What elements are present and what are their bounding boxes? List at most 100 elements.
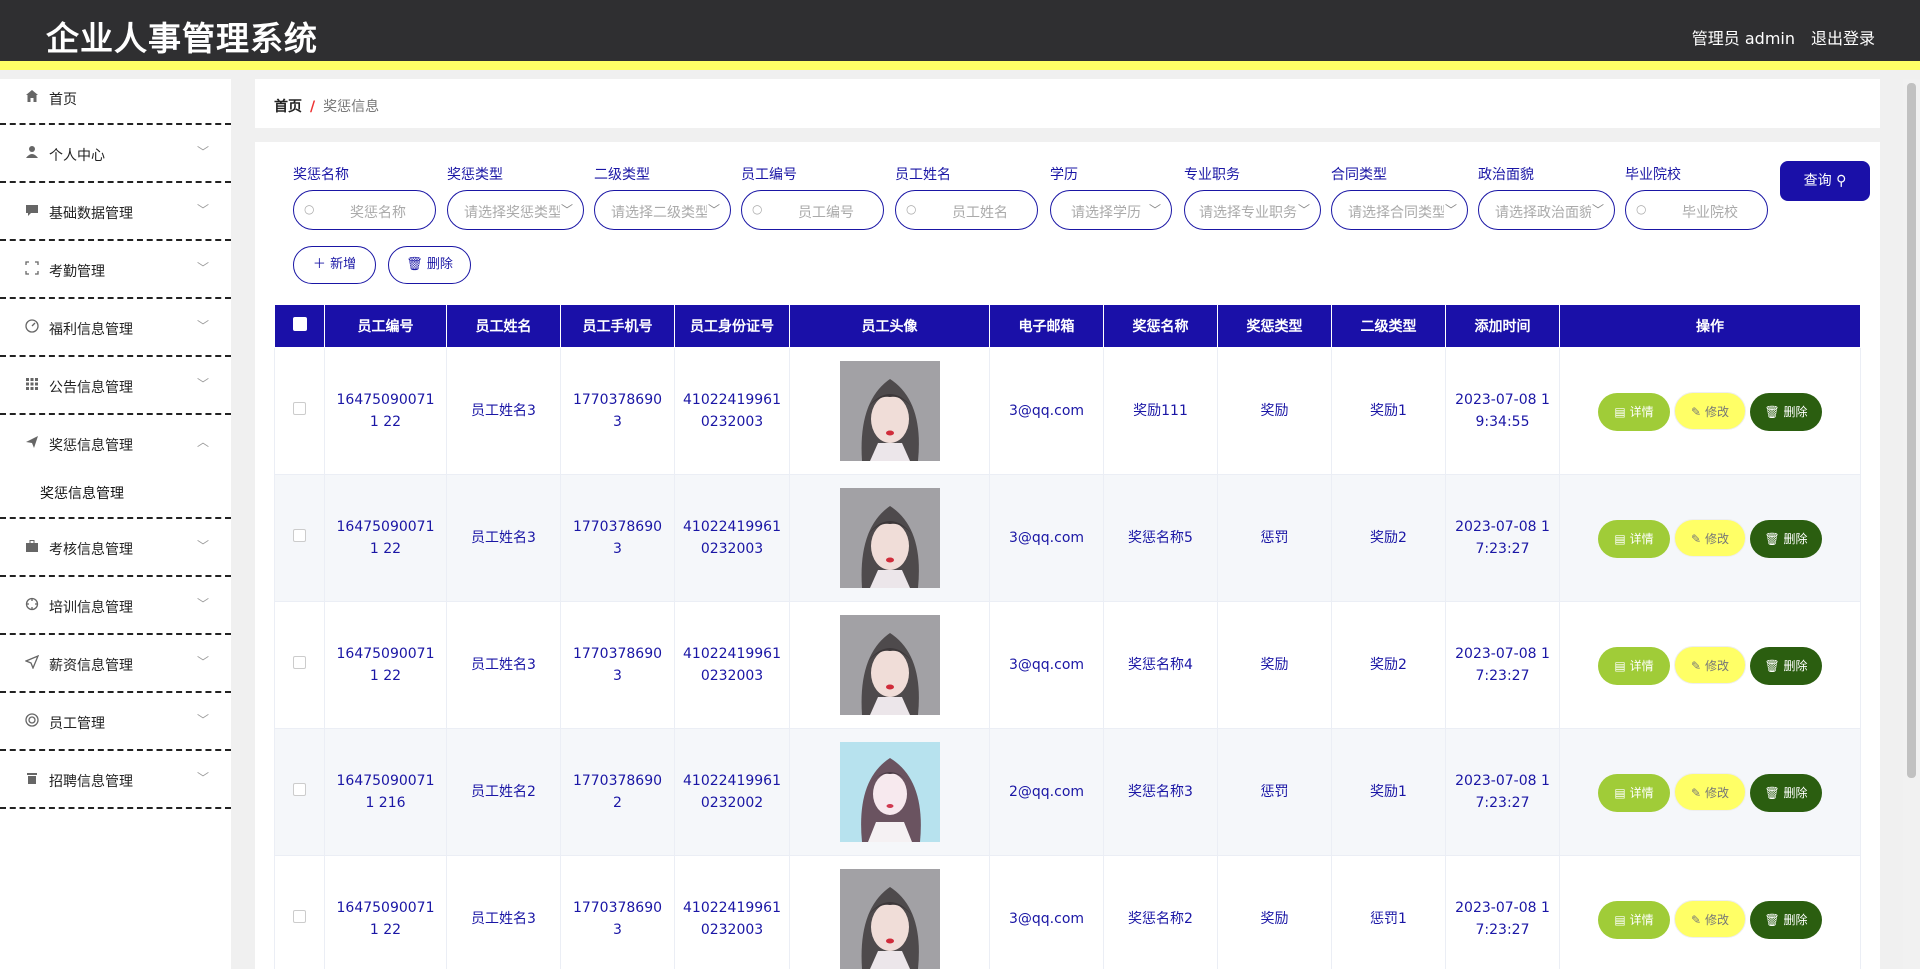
scrollbar-thumb[interactable] bbox=[1907, 83, 1916, 778]
reward-name-input[interactable]: ○ 奖惩名称 bbox=[293, 190, 436, 230]
table-cell: 164750900711 216 bbox=[324, 728, 447, 856]
sidebar-item-reward-punishment[interactable]: 奖惩信息管理 ︿ bbox=[0, 415, 231, 473]
main-area: 首页 / 奖惩信息 奖惩名称 ○ 奖惩名称 奖惩类型 请选择奖惩类型 ﹀ 二级类型 请选… bbox=[255, 79, 1880, 969]
column-header[interactable]: 员工头像 bbox=[789, 304, 990, 348]
table-cell: 奖励111 bbox=[1103, 347, 1218, 475]
breadcrumb: 首页 / 奖惩信息 bbox=[255, 79, 1880, 128]
edit-button[interactable]: ✎ 修改 bbox=[1674, 645, 1746, 684]
column-header[interactable]: 电子邮箱 bbox=[989, 304, 1104, 348]
row-delete-button[interactable]: 🗑 删除 bbox=[1750, 900, 1822, 939]
table-cell: 3@qq.com bbox=[989, 601, 1104, 729]
trash-icon: 🗑 bbox=[1764, 658, 1780, 673]
employee-number-input[interactable]: ○ 员工编号 bbox=[741, 190, 884, 230]
column-header[interactable]: 员工身份证号 bbox=[674, 304, 790, 348]
add-button[interactable]: ＋ 新增 bbox=[293, 246, 376, 284]
chevron-down-icon: ﹀ bbox=[707, 203, 720, 217]
detail-button[interactable]: ▤ 详情 bbox=[1598, 646, 1670, 685]
edit-button[interactable]: ✎ 修改 bbox=[1674, 772, 1746, 811]
row-delete-button[interactable]: 🗑 删除 bbox=[1750, 519, 1822, 558]
filter-bar: 奖惩名称 ○ 奖惩名称 奖惩类型 请选择奖惩类型 ﹀ 二级类型 请选择二级类型 ﹀ 员… bbox=[274, 142, 1870, 242]
row-checkbox[interactable] bbox=[293, 783, 306, 796]
sidebar-item-home[interactable]: 首页 bbox=[0, 79, 231, 125]
sidebar-item-recruitment[interactable]: 招聘信息管理 ﹀ bbox=[0, 751, 231, 809]
detail-button[interactable]: ▤ 详情 bbox=[1598, 900, 1670, 939]
table-cell: 3@qq.com bbox=[989, 347, 1104, 475]
edit-button[interactable]: ✎ 修改 bbox=[1674, 899, 1746, 938]
row-checkbox[interactable] bbox=[293, 402, 306, 415]
filter-reward-name: 奖惩名称 ○ 奖惩名称 bbox=[293, 164, 436, 230]
select-placeholder: 请选择学历 bbox=[1071, 205, 1141, 221]
sidebar-item-training[interactable]: 培训信息管理 ﹀ bbox=[0, 577, 231, 635]
input-placeholder: 奖惩名称 bbox=[350, 205, 406, 221]
chevron-down-icon: ﹀ bbox=[196, 377, 209, 391]
select-placeholder: 请选择政治面貌 bbox=[1495, 205, 1591, 221]
edit-label: 修改 bbox=[1704, 404, 1729, 419]
row-checkbox[interactable] bbox=[293, 910, 306, 923]
column-header[interactable]: 添加时间 bbox=[1445, 304, 1560, 348]
sidebar-item-employee[interactable]: 员工管理 ﹀ bbox=[0, 693, 231, 751]
trash-icon: 🗑 bbox=[1764, 404, 1780, 419]
scan-icon bbox=[24, 261, 40, 277]
detail-button[interactable]: ▤ 详情 bbox=[1598, 392, 1670, 431]
trash-icon: 🗑 bbox=[1764, 785, 1780, 800]
column-header[interactable]: 员工编号 bbox=[324, 304, 447, 348]
table-cell: 奖励2 bbox=[1331, 601, 1446, 729]
sidebar-item-personal-center[interactable]: 个人中心 ﹀ bbox=[0, 125, 231, 183]
reward-type-select[interactable]: 请选择奖惩类型 ﹀ bbox=[447, 190, 584, 230]
column-header[interactable]: 二级类型 bbox=[1331, 304, 1446, 348]
table-cell: 奖励 bbox=[1217, 855, 1332, 969]
breadcrumb-home[interactable]: 首页 bbox=[274, 99, 302, 115]
sidebar-item-salary[interactable]: 薪资信息管理 ﹀ bbox=[0, 635, 231, 693]
chevron-down-icon: ﹀ bbox=[1591, 203, 1604, 217]
row-checkbox[interactable] bbox=[293, 656, 306, 669]
column-header[interactable]: 奖惩类型 bbox=[1217, 304, 1332, 348]
row-delete-button[interactable]: 🗑 删除 bbox=[1750, 646, 1822, 685]
sidebar-item-label: 基础数据管理 bbox=[49, 206, 133, 222]
batch-delete-button[interactable]: 🗑 删除 bbox=[388, 246, 471, 284]
trash-icon: 🗑 bbox=[1764, 531, 1780, 546]
column-header[interactable]: 员工姓名 bbox=[446, 304, 561, 348]
filter-second-type: 二级类型 请选择二级类型 ﹀ bbox=[594, 164, 731, 230]
edit-button[interactable]: ✎ 修改 bbox=[1674, 391, 1746, 430]
university-input[interactable]: ○ 毕业院校 bbox=[1625, 190, 1768, 230]
edit-button[interactable]: ✎ 修改 bbox=[1674, 518, 1746, 557]
logout-button[interactable]: 退出登录 bbox=[1811, 25, 1875, 49]
search-button[interactable]: 查询 ⚲ bbox=[1780, 161, 1870, 201]
row-delete-button[interactable]: 🗑 删除 bbox=[1750, 773, 1822, 812]
current-user: 管理员 admin bbox=[1691, 29, 1795, 48]
sidebar-item-announcement[interactable]: 公告信息管理 ﹀ bbox=[0, 357, 231, 415]
sidebar-item-welfare[interactable]: 福利信息管理 ﹀ bbox=[0, 299, 231, 357]
detail-button[interactable]: ▤ 详情 bbox=[1598, 773, 1670, 812]
table-cell: 奖励 bbox=[1217, 347, 1332, 475]
sidebar-item-basic-data[interactable]: 基础数据管理 ﹀ bbox=[0, 183, 231, 241]
page-scrollbar[interactable] bbox=[1903, 79, 1920, 969]
filter-label: 毕业院校 bbox=[1625, 167, 1681, 183]
sidebar-item-attendance[interactable]: 考勤管理 ﹀ bbox=[0, 241, 231, 299]
filter-label: 奖惩类型 bbox=[447, 167, 503, 183]
select-all-checkbox[interactable] bbox=[292, 317, 307, 331]
political-status-select[interactable]: 请选择政治面貌 ﹀ bbox=[1478, 190, 1615, 230]
second-type-select[interactable]: 请选择二级类型 ﹀ bbox=[594, 190, 731, 230]
column-header[interactable]: 奖惩名称 bbox=[1103, 304, 1218, 348]
sidebar-item-assessment[interactable]: 考核信息管理 ﹀ bbox=[0, 519, 231, 577]
chevron-down-icon: ﹀ bbox=[196, 319, 209, 333]
detail-button[interactable]: ▤ 详情 bbox=[1598, 519, 1670, 558]
employee-name-input[interactable]: ○ 员工姓名 bbox=[895, 190, 1038, 230]
contract-type-select[interactable]: 请选择合同类型 ﹀ bbox=[1331, 190, 1468, 230]
profession-select[interactable]: 请选择专业职务 ﹀ bbox=[1184, 190, 1321, 230]
delete-label: 删除 bbox=[1783, 658, 1808, 673]
sidebar-subitem-reward-punishment[interactable]: 奖惩信息管理 bbox=[0, 473, 231, 517]
table-row: 164750900711 22 员工姓名3 17703786903 410224199… bbox=[274, 474, 1861, 602]
paper-plane-icon bbox=[24, 654, 40, 671]
employee-avatar bbox=[839, 615, 940, 715]
pencil-icon: ✎ bbox=[1691, 785, 1702, 800]
table-cell: 3@qq.com bbox=[989, 855, 1104, 969]
table-cell: 17703786903 bbox=[560, 347, 675, 475]
education-select[interactable]: 请选择学历 ﹀ bbox=[1050, 190, 1172, 230]
row-delete-button[interactable]: 🗑 删除 bbox=[1750, 392, 1822, 431]
table-cell: 3@qq.com bbox=[989, 474, 1104, 602]
row-checkbox[interactable] bbox=[293, 529, 306, 542]
table-cell: 奖励2 bbox=[1331, 474, 1446, 602]
doc-icon: ▤ bbox=[1614, 404, 1626, 419]
column-header[interactable]: 员工手机号 bbox=[560, 304, 675, 348]
